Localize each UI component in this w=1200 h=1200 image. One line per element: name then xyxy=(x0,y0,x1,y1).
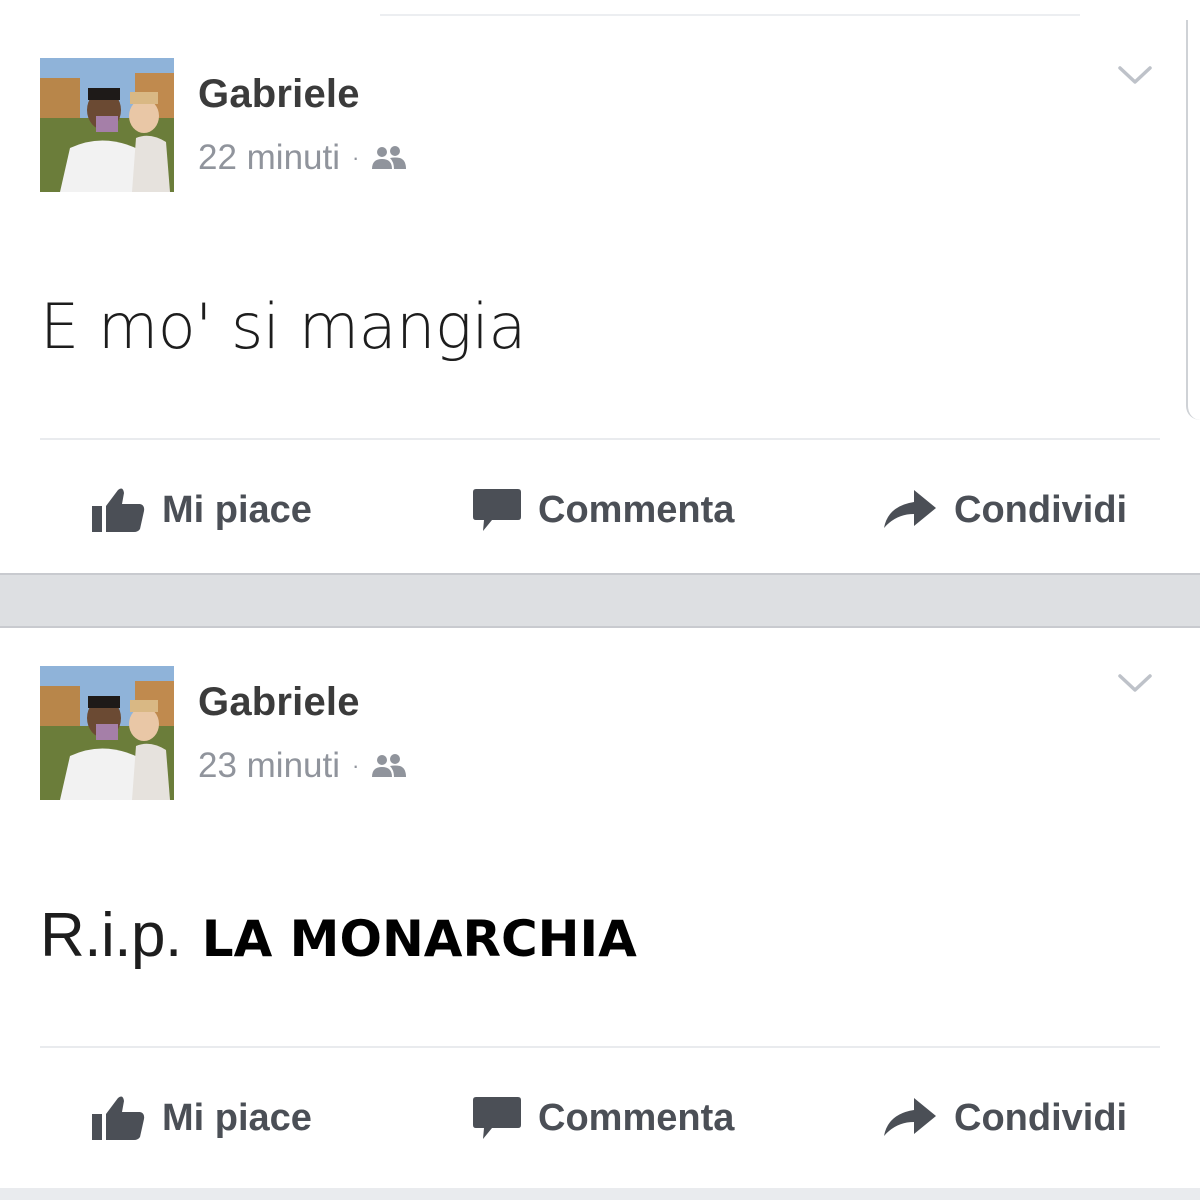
friends-icon[interactable] xyxy=(369,753,409,779)
author-name[interactable]: Gabriele xyxy=(198,680,360,725)
post-meta: 22 minuti · xyxy=(198,138,409,178)
timestamp[interactable]: 23 minuti xyxy=(198,746,340,786)
meta-separator: · xyxy=(352,145,360,170)
comment-icon xyxy=(473,1097,521,1139)
timestamp[interactable]: 22 minuti xyxy=(198,138,340,178)
friends-icon[interactable] xyxy=(369,145,409,171)
share-arrow-icon xyxy=(884,1098,936,1136)
news-feed: Gabriele 22 minuti · E mo' si mangia Mi … xyxy=(0,0,1200,1200)
profile-photo xyxy=(40,58,174,192)
like-label: Mi piace xyxy=(162,1096,312,1139)
post-card: Gabriele 23 minuti · R.i.p. LA MONARCHIA xyxy=(0,628,1200,1188)
share-label: Condividi xyxy=(954,1096,1128,1139)
share-button[interactable]: Condividi xyxy=(882,1088,1127,1148)
post-text: R.i.p. LA MONARCHIA xyxy=(40,898,637,971)
like-label: Mi piace xyxy=(162,488,312,531)
post-message: E mo' si mangia xyxy=(40,290,526,363)
previous-post-edge xyxy=(380,14,1080,16)
divider xyxy=(40,438,1160,440)
post-card: Gabriele 22 minuti · E mo' si mangia Mi … xyxy=(0,20,1200,573)
like-button[interactable]: Mi piace xyxy=(90,480,312,540)
avatar[interactable] xyxy=(40,666,174,800)
like-button[interactable]: Mi piace xyxy=(90,1088,312,1148)
overlay-caption: LA MONARCHIA xyxy=(201,910,637,968)
author-name[interactable]: Gabriele xyxy=(198,72,360,117)
meta-separator: · xyxy=(352,753,360,778)
post-message: R.i.p. xyxy=(40,901,182,970)
comment-label: Commenta xyxy=(538,1096,735,1139)
scrollbar[interactable] xyxy=(1186,20,1200,420)
share-label: Condividi xyxy=(954,488,1128,531)
avatar[interactable] xyxy=(40,58,174,192)
profile-photo xyxy=(40,666,174,800)
share-arrow-icon xyxy=(884,490,936,528)
comment-button[interactable]: Commenta xyxy=(472,1088,734,1148)
comment-button[interactable]: Commenta xyxy=(472,480,734,540)
chevron-down-icon[interactable] xyxy=(1116,670,1154,696)
next-post-edge xyxy=(0,1188,1200,1200)
post-actions: Mi piace Commenta Condividi xyxy=(0,480,1200,540)
share-button[interactable]: Condividi xyxy=(882,480,1127,540)
feed-gap xyxy=(0,573,1200,628)
chevron-down-icon[interactable] xyxy=(1116,62,1154,88)
thumbs-up-icon xyxy=(92,1096,145,1140)
post-text: E mo' si mangia xyxy=(40,290,526,363)
divider xyxy=(40,1046,1160,1048)
comment-icon xyxy=(473,489,521,531)
comment-label: Commenta xyxy=(538,488,735,531)
thumbs-up-icon xyxy=(92,488,145,532)
post-actions: Mi piace Commenta Condividi xyxy=(0,1088,1200,1148)
post-meta: 23 minuti · xyxy=(198,746,409,786)
